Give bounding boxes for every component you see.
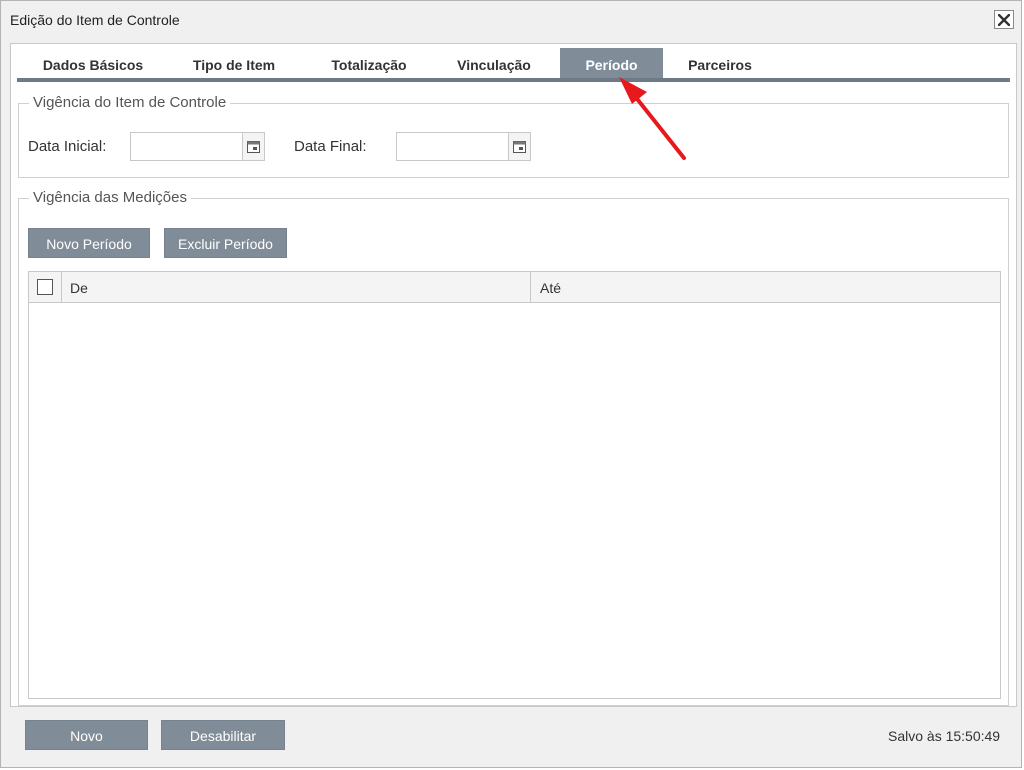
data-inicial-label: Data Inicial:: [28, 138, 107, 155]
vigencia-item-fieldset: Vigência do Item de Controle Data Inicia…: [18, 94, 1009, 178]
vigencia-medicoes-fieldset: Vigência das Medições Novo Período Exclu…: [18, 189, 1009, 706]
novo-button[interactable]: Novo: [25, 720, 148, 750]
dialog-content: Dados Básicos Tipo de Item Totalização V…: [10, 43, 1017, 707]
tab-dados-basicos[interactable]: Dados Básicos: [30, 48, 156, 78]
grid-body: [29, 303, 1000, 698]
data-final-calendar-button[interactable]: [508, 132, 531, 161]
data-inicial-calendar-button[interactable]: [242, 132, 265, 161]
dialog-title: Edição do Item de Controle: [10, 12, 180, 28]
periodos-grid: De Até: [28, 271, 1001, 699]
save-status: Salvo às 15:50:49: [888, 728, 1001, 744]
tab-parceiros[interactable]: Parceiros: [677, 48, 763, 78]
tab-periodo[interactable]: Período: [560, 48, 663, 78]
vigencia-item-legend: Vigência do Item de Controle: [29, 94, 231, 111]
close-button[interactable]: [994, 10, 1014, 29]
close-icon: [998, 13, 1010, 26]
title-bar: Edição do Item de Controle: [1, 1, 1021, 41]
calendar-icon: [513, 140, 526, 153]
calendar-icon: [247, 140, 260, 153]
select-all-checkbox[interactable]: [37, 279, 53, 295]
column-header-de[interactable]: De: [70, 280, 88, 296]
desabilitar-button[interactable]: Desabilitar: [161, 720, 285, 750]
excluir-periodo-button[interactable]: Excluir Período: [164, 228, 287, 258]
column-divider: [61, 272, 62, 302]
novo-periodo-button[interactable]: Novo Período: [28, 228, 150, 258]
tab-bar: Dados Básicos Tipo de Item Totalização V…: [17, 48, 1010, 82]
tab-totalizacao[interactable]: Totalização: [317, 48, 421, 78]
data-final-label: Data Final:: [294, 138, 367, 155]
data-final-input[interactable]: [396, 132, 509, 161]
edit-dialog: Edição do Item de Controle Dados Básicos…: [0, 0, 1022, 768]
column-divider: [530, 272, 531, 302]
tab-vinculacao[interactable]: Vinculação: [444, 48, 544, 78]
grid-header: De Até: [29, 272, 1000, 303]
vigencia-medicoes-legend: Vigência das Medições: [29, 189, 191, 206]
column-header-ate[interactable]: Até: [540, 280, 561, 296]
tab-tipo-de-item[interactable]: Tipo de Item: [179, 48, 289, 78]
data-inicial-input[interactable]: [130, 132, 243, 161]
